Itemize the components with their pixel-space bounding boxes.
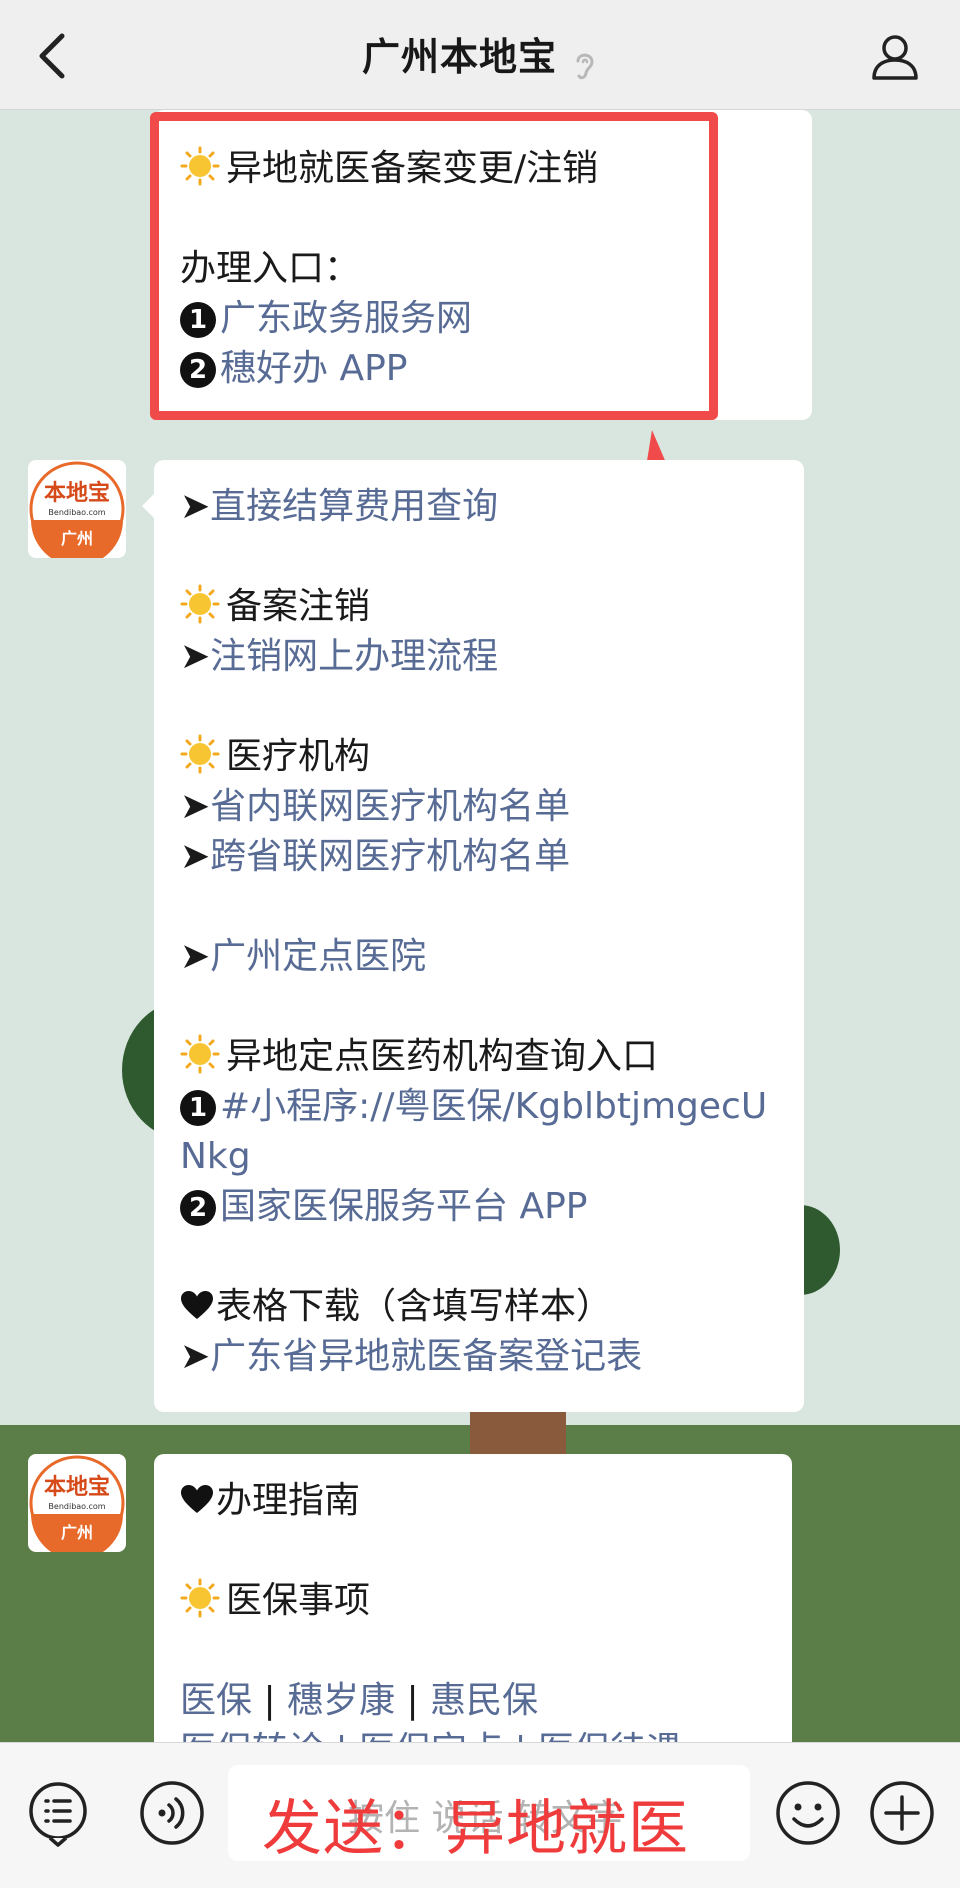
sun-icon <box>180 1034 220 1074</box>
link-cancel-process[interactable]: 注销网上办理流程 <box>210 636 498 677</box>
plus-icon[interactable] <box>868 1779 936 1847</box>
heading-line: 表格下载（含填写样本） <box>180 1282 778 1332</box>
heading-line: 办理指南 <box>180 1476 766 1526</box>
heart-icon <box>181 1485 213 1513</box>
link-guangzhou-hospitals[interactable]: 广州定点医院 <box>210 936 426 977</box>
link-line: ➤广州定点医院 <box>180 932 778 982</box>
section-heading: 表格下载（含填写样本） <box>216 1286 613 1327</box>
section-heading: 异地定点医药机构查询入口 <box>226 1036 659 1077</box>
chat-title-wrap: 广州本地宝 <box>362 26 598 83</box>
sun-icon <box>180 584 220 624</box>
section-heading: 医疗机构 <box>226 736 371 777</box>
link-medical-insurance[interactable]: 医保 <box>180 1680 252 1721</box>
annotation-highlight-box <box>150 112 718 420</box>
link-suisuikang[interactable]: 穗岁康 <box>287 1680 395 1721</box>
arrow-bullet: ➤ <box>180 836 211 877</box>
link-cross-province-institutions[interactable]: 跨省联网医疗机构名单 <box>210 836 570 877</box>
sender-avatar[interactable]: 本地宝 Bendibao.com 广州 <box>28 1454 126 1552</box>
arrow-bullet: ➤ <box>180 786 211 827</box>
send-keyword-annotation: 发送：异地就医 <box>262 1794 689 1864</box>
arrow-bullet: ➤ <box>180 636 211 677</box>
section-heading: 办理指南 <box>216 1480 361 1521</box>
svg-text:Bendibao.com: Bendibao.com <box>48 508 105 517</box>
link-separator: | <box>263 1680 276 1721</box>
section-heading: 备案注销 <box>226 586 371 627</box>
link-settlement-query[interactable]: 直接结算费用查询 <box>210 486 498 527</box>
link-separator: | <box>406 1680 419 1721</box>
section-heading: 医保事项 <box>226 1580 371 1621</box>
link-registration-form[interactable]: 广东省异地就医备案登记表 <box>210 1336 642 1377</box>
heading-line: 医疗机构 <box>180 732 778 782</box>
chat-title: 广州本地宝 <box>361 35 557 80</box>
arrow-bullet: ➤ <box>180 1336 211 1377</box>
link-mini-program[interactable]: #小程序://粤医保/KgblbtjmgecUNkg <box>180 1086 767 1177</box>
link-line: ➤直接结算费用查询 <box>180 482 778 532</box>
sun-icon <box>180 734 220 774</box>
message-bubble-settlement: ➤直接结算费用查询 备案注销 ➤注销网上办理流程 医疗机构 ➤省内联网医疗机构名… <box>142 460 804 1412</box>
arrow-bullet: ➤ <box>180 486 211 527</box>
link-line: ➤注销网上办理流程 <box>180 632 778 682</box>
bendibao-logo-icon: 本地宝 Bendibao.com 广州 <box>29 1455 125 1552</box>
query-item: 1 #小程序://粤医保/KgblbtjmgecUNkg <box>180 1082 778 1182</box>
voice-icon[interactable] <box>138 1779 206 1847</box>
number-badge-2: 2 <box>180 1190 216 1226</box>
back-arrow-icon[interactable] <box>28 28 80 84</box>
heart-icon <box>181 1291 213 1319</box>
number-badge-1: 1 <box>180 1090 216 1126</box>
ear-icon <box>576 53 594 79</box>
arrow-bullet: ➤ <box>180 936 211 977</box>
profile-icon[interactable] <box>870 32 920 82</box>
svg-text:广州: 广州 <box>61 529 93 548</box>
svg-text:本地宝: 本地宝 <box>44 480 110 506</box>
sun-icon <box>180 1578 220 1618</box>
emoji-icon[interactable] <box>774 1779 842 1847</box>
svg-text:广州: 广州 <box>61 1523 93 1542</box>
link-huiminbao[interactable]: 惠民保 <box>430 1680 538 1721</box>
chat-header: 广州本地宝 <box>0 0 960 110</box>
link-line: ➤广东省异地就医备案登记表 <box>180 1332 778 1382</box>
link-row: 医保 | 穗岁康 | 惠民保 <box>180 1676 766 1726</box>
message-bubble-guide: 办理指南 医保事项 医保 | 穗岁康 | 惠民保 医保转诊 | 医保定点 | 医… <box>154 1454 792 1754</box>
query-item: 2 国家医保服务平台 APP <box>180 1182 778 1232</box>
svg-text:本地宝: 本地宝 <box>44 1474 110 1500</box>
svg-text:Bendibao.com: Bendibao.com <box>48 1502 105 1511</box>
heading-line: 异地定点医药机构查询入口 <box>180 1032 778 1082</box>
link-line: ➤省内联网医疗机构名单 <box>180 782 778 832</box>
sender-avatar[interactable]: 本地宝 Bendibao.com 广州 <box>28 460 126 558</box>
heading-line: 医保事项 <box>180 1576 766 1626</box>
heading-line: 备案注销 <box>180 582 778 632</box>
link-national-platform-app[interactable]: 国家医保服务平台 APP <box>220 1186 588 1227</box>
link-line: ➤跨省联网医疗机构名单 <box>180 832 778 882</box>
link-provincial-institutions[interactable]: 省内联网医疗机构名单 <box>210 786 570 827</box>
menu-list-icon[interactable] <box>24 1779 92 1847</box>
bendibao-logo-icon: 本地宝 Bendibao.com 广州 <box>29 461 125 558</box>
